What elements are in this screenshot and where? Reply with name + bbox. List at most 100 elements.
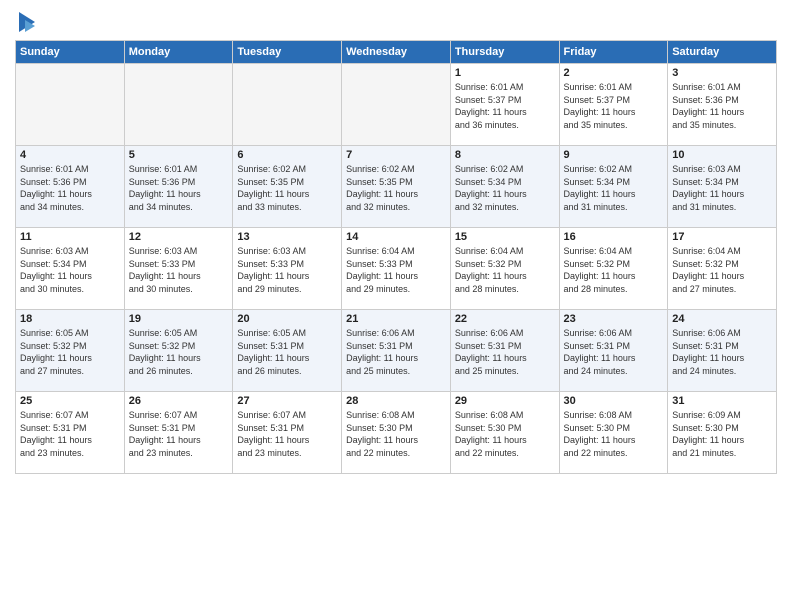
cell-info: Sunrise: 6:07 AM Sunset: 5:31 PM Dayligh… xyxy=(129,409,229,459)
calendar-cell: 7 Sunrise: 6:02 AM Sunset: 5:35 PM Daylig… xyxy=(342,146,451,228)
cell-info: Sunrise: 6:01 AM Sunset: 5:36 PM Dayligh… xyxy=(129,163,229,213)
calendar-cell xyxy=(342,64,451,146)
week-row-2: 4Sunrise: 6:01 AM Sunset: 5:36 PM Daylig… xyxy=(16,146,777,228)
calendar-table: SundayMondayTuesdayWednesdayThursdayFrid… xyxy=(15,40,777,474)
weekday-sunday: Sunday xyxy=(16,41,125,64)
calendar-cell: 13Sunrise: 6:03 AM Sunset: 5:33 PM Dayli… xyxy=(233,228,342,310)
calendar-cell: 3 Sunrise: 6:01 AM Sunset: 5:36 PM Daylig… xyxy=(668,64,777,146)
calendar-cell: 9 Sunrise: 6:02 AM Sunset: 5:34 PM Daylig… xyxy=(559,146,668,228)
cell-info: Sunrise: 6:06 AM Sunset: 5:31 PM Dayligh… xyxy=(564,327,664,377)
day-number: 13 xyxy=(237,231,337,243)
calendar-cell: 18Sunrise: 6:05 AM Sunset: 5:32 PM Dayli… xyxy=(16,310,125,392)
calendar-cell: 17 Sunrise: 6:04 AM Sunset: 5:32 PM Dayli… xyxy=(668,228,777,310)
calendar-cell: 1 Sunrise: 6:01 AM Sunset: 5:37 PM Daylig… xyxy=(450,64,559,146)
cell-info: Sunrise: 6:05 AM Sunset: 5:32 PM Dayligh… xyxy=(20,327,120,377)
cell-info: Sunrise: 6:06 AM Sunset: 5:31 PM Dayligh… xyxy=(672,327,772,377)
calendar-cell: 22 Sunrise: 6:06 AM Sunset: 5:31 PM Dayli… xyxy=(450,310,559,392)
day-number: 7 xyxy=(346,149,446,161)
day-number: 15 xyxy=(455,231,555,243)
cell-info: Sunrise: 6:01 AM Sunset: 5:36 PM Dayligh… xyxy=(20,163,120,213)
cell-info: Sunrise: 6:01 AM Sunset: 5:37 PM Dayligh… xyxy=(455,81,555,131)
day-number: 6 xyxy=(237,149,337,161)
day-number: 8 xyxy=(455,149,555,161)
cell-info: Sunrise: 6:01 AM Sunset: 5:36 PM Dayligh… xyxy=(672,81,772,131)
day-number: 2 xyxy=(564,67,664,79)
day-number: 26 xyxy=(129,395,229,407)
calendar-cell: 26 Sunrise: 6:07 AM Sunset: 5:31 PM Dayli… xyxy=(124,392,233,474)
calendar-cell: 25Sunrise: 6:07 AM Sunset: 5:31 PM Dayli… xyxy=(16,392,125,474)
cell-info: Sunrise: 6:05 AM Sunset: 5:32 PM Dayligh… xyxy=(129,327,229,377)
day-number: 22 xyxy=(455,313,555,325)
day-number: 29 xyxy=(455,395,555,407)
calendar-cell: 12 Sunrise: 6:03 AM Sunset: 5:33 PM Dayli… xyxy=(124,228,233,310)
cell-info: Sunrise: 6:04 AM Sunset: 5:33 PM Dayligh… xyxy=(346,245,446,295)
calendar-cell: 21 Sunrise: 6:06 AM Sunset: 5:31 PM Dayli… xyxy=(342,310,451,392)
cell-info: Sunrise: 6:09 AM Sunset: 5:30 PM Dayligh… xyxy=(672,409,772,459)
cell-info: Sunrise: 6:03 AM Sunset: 5:34 PM Dayligh… xyxy=(20,245,120,295)
day-number: 25 xyxy=(20,395,120,407)
day-number: 5 xyxy=(129,149,229,161)
cell-info: Sunrise: 6:02 AM Sunset: 5:35 PM Dayligh… xyxy=(346,163,446,213)
page-header xyxy=(15,10,777,34)
day-number: 1 xyxy=(455,67,555,79)
cell-info: Sunrise: 6:08 AM Sunset: 5:30 PM Dayligh… xyxy=(346,409,446,459)
weekday-tuesday: Tuesday xyxy=(233,41,342,64)
calendar-page: SundayMondayTuesdayWednesdayThursdayFrid… xyxy=(0,0,792,612)
calendar-cell xyxy=(124,64,233,146)
calendar-cell: 11Sunrise: 6:03 AM Sunset: 5:34 PM Dayli… xyxy=(16,228,125,310)
day-number: 19 xyxy=(129,313,229,325)
week-row-4: 18Sunrise: 6:05 AM Sunset: 5:32 PM Dayli… xyxy=(16,310,777,392)
calendar-cell: 5 Sunrise: 6:01 AM Sunset: 5:36 PM Daylig… xyxy=(124,146,233,228)
weekday-saturday: Saturday xyxy=(668,41,777,64)
day-number: 16 xyxy=(564,231,664,243)
day-number: 23 xyxy=(564,313,664,325)
cell-info: Sunrise: 6:07 AM Sunset: 5:31 PM Dayligh… xyxy=(237,409,337,459)
calendar-cell xyxy=(16,64,125,146)
logo xyxy=(15,10,37,34)
cell-info: Sunrise: 6:03 AM Sunset: 5:33 PM Dayligh… xyxy=(129,245,229,295)
week-row-1: 1 Sunrise: 6:01 AM Sunset: 5:37 PM Daylig… xyxy=(16,64,777,146)
weekday-wednesday: Wednesday xyxy=(342,41,451,64)
day-number: 27 xyxy=(237,395,337,407)
day-number: 12 xyxy=(129,231,229,243)
day-number: 17 xyxy=(672,231,772,243)
calendar-cell: 8 Sunrise: 6:02 AM Sunset: 5:34 PM Daylig… xyxy=(450,146,559,228)
cell-info: Sunrise: 6:04 AM Sunset: 5:32 PM Dayligh… xyxy=(672,245,772,295)
calendar-cell: 23 Sunrise: 6:06 AM Sunset: 5:31 PM Dayli… xyxy=(559,310,668,392)
weekday-thursday: Thursday xyxy=(450,41,559,64)
cell-info: Sunrise: 6:05 AM Sunset: 5:31 PM Dayligh… xyxy=(237,327,337,377)
calendar-cell: 29 Sunrise: 6:08 AM Sunset: 5:30 PM Dayli… xyxy=(450,392,559,474)
cell-info: Sunrise: 6:06 AM Sunset: 5:31 PM Dayligh… xyxy=(455,327,555,377)
calendar-cell: 19 Sunrise: 6:05 AM Sunset: 5:32 PM Dayli… xyxy=(124,310,233,392)
cell-info: Sunrise: 6:06 AM Sunset: 5:31 PM Dayligh… xyxy=(346,327,446,377)
day-number: 9 xyxy=(564,149,664,161)
cell-info: Sunrise: 6:02 AM Sunset: 5:35 PM Dayligh… xyxy=(237,163,337,213)
cell-info: Sunrise: 6:03 AM Sunset: 5:34 PM Dayligh… xyxy=(672,163,772,213)
day-number: 21 xyxy=(346,313,446,325)
day-number: 28 xyxy=(346,395,446,407)
week-row-3: 11Sunrise: 6:03 AM Sunset: 5:34 PM Dayli… xyxy=(16,228,777,310)
calendar-cell: 16Sunrise: 6:04 AM Sunset: 5:32 PM Dayli… xyxy=(559,228,668,310)
cell-info: Sunrise: 6:08 AM Sunset: 5:30 PM Dayligh… xyxy=(455,409,555,459)
day-number: 3 xyxy=(672,67,772,79)
day-number: 31 xyxy=(672,395,772,407)
calendar-cell: 4Sunrise: 6:01 AM Sunset: 5:36 PM Daylig… xyxy=(16,146,125,228)
cell-info: Sunrise: 6:02 AM Sunset: 5:34 PM Dayligh… xyxy=(564,163,664,213)
calendar-cell: 2 Sunrise: 6:01 AM Sunset: 5:37 PM Daylig… xyxy=(559,64,668,146)
calendar-cell: 30Sunrise: 6:08 AM Sunset: 5:30 PM Dayli… xyxy=(559,392,668,474)
calendar-cell: 10Sunrise: 6:03 AM Sunset: 5:34 PM Dayli… xyxy=(668,146,777,228)
day-number: 14 xyxy=(346,231,446,243)
cell-info: Sunrise: 6:01 AM Sunset: 5:37 PM Dayligh… xyxy=(564,81,664,131)
calendar-cell: 24 Sunrise: 6:06 AM Sunset: 5:31 PM Dayli… xyxy=(668,310,777,392)
day-number: 24 xyxy=(672,313,772,325)
cell-info: Sunrise: 6:02 AM Sunset: 5:34 PM Dayligh… xyxy=(455,163,555,213)
calendar-cell: 31 Sunrise: 6:09 AM Sunset: 5:30 PM Dayli… xyxy=(668,392,777,474)
calendar-cell: 6 Sunrise: 6:02 AM Sunset: 5:35 PM Daylig… xyxy=(233,146,342,228)
calendar-cell: 20Sunrise: 6:05 AM Sunset: 5:31 PM Dayli… xyxy=(233,310,342,392)
calendar-cell: 14 Sunrise: 6:04 AM Sunset: 5:33 PM Dayli… xyxy=(342,228,451,310)
weekday-friday: Friday xyxy=(559,41,668,64)
weekday-monday: Monday xyxy=(124,41,233,64)
cell-info: Sunrise: 6:08 AM Sunset: 5:30 PM Dayligh… xyxy=(564,409,664,459)
calendar-cell xyxy=(233,64,342,146)
cell-info: Sunrise: 6:04 AM Sunset: 5:32 PM Dayligh… xyxy=(455,245,555,295)
